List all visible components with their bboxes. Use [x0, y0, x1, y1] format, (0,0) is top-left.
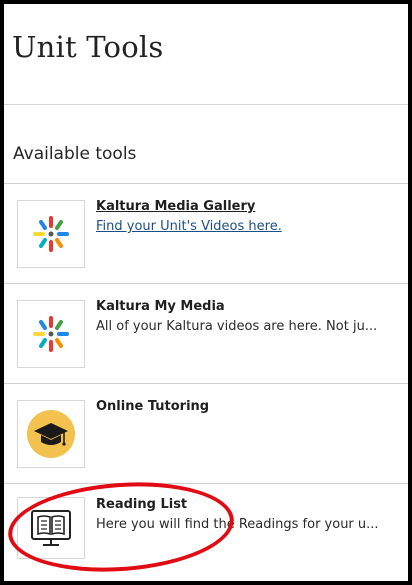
tool-name[interactable]: Kaltura My Media — [96, 299, 225, 314]
open-book-screen-icon — [17, 497, 85, 559]
tool-name[interactable]: Reading List — [96, 497, 187, 512]
tool-item-reading-list[interactable]: Reading List Here you will find the Read… — [4, 483, 408, 583]
tool-description: Here you will find the Readings for your… — [96, 517, 379, 532]
tool-description: All of your Kaltura videos are here. Not… — [96, 319, 378, 334]
tool-item-online-tutoring[interactable]: Online Tutoring — [4, 383, 408, 483]
section-title: Available tools — [13, 144, 137, 164]
tool-item-kaltura-my-media[interactable]: Kaltura My Media All of your Kaltura vid… — [4, 283, 408, 383]
tool-description-link[interactable]: Find your Unit's Videos here. — [96, 219, 406, 234]
header-divider — [4, 104, 408, 105]
page-title: Unit Tools — [12, 30, 164, 64]
kaltura-logo-icon — [17, 200, 85, 268]
kaltura-logo-icon — [17, 300, 85, 368]
graduation-cap-icon — [17, 400, 85, 468]
tool-name[interactable]: Online Tutoring — [96, 399, 209, 414]
tool-item-kaltura-media-gallery[interactable]: Kaltura Media Gallery Find your Unit's V… — [4, 183, 408, 283]
tool-name-link[interactable]: Kaltura Media Gallery — [96, 199, 255, 214]
